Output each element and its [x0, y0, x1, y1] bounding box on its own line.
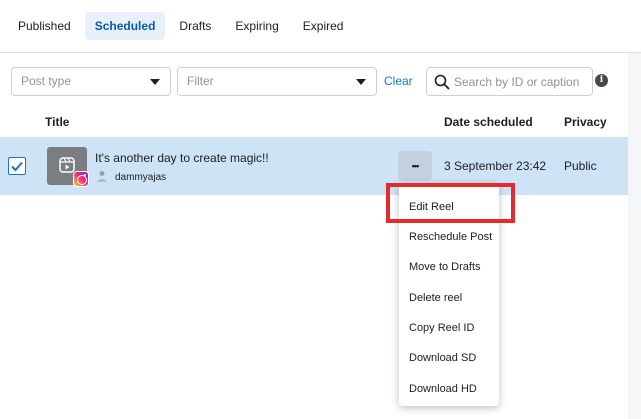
row-checkbox[interactable]: [8, 157, 26, 175]
privacy-cell: Public: [564, 159, 597, 173]
info-icon[interactable]: i: [595, 74, 608, 87]
menu-item-delete-reel[interactable]: Delete reel: [409, 292, 462, 304]
column-header-title: Title: [45, 115, 70, 129]
more-icon: •••: [411, 161, 420, 171]
post-actions-menu: Edit Reel Reschedule Post Move to Drafts…: [399, 183, 499, 406]
filter-select[interactable]: Filter: [177, 67, 377, 96]
tab-expired[interactable]: Expired: [293, 12, 354, 40]
check-icon: [11, 161, 23, 172]
search-input[interactable]: [454, 68, 590, 95]
avatar: [97, 171, 107, 182]
scroll-gutter: [628, 53, 641, 419]
menu-item-edit-reel[interactable]: Edit Reel: [409, 201, 454, 213]
date-scheduled-cell: 3 September 23:42: [444, 159, 547, 173]
clear-filters-link[interactable]: Clear: [384, 67, 413, 96]
menu-item-copy-reel-id[interactable]: Copy Reel ID: [409, 322, 474, 334]
reel-icon: [59, 157, 75, 173]
tab-drafts[interactable]: Drafts: [169, 12, 221, 40]
filter-placeholder: Filter: [187, 74, 214, 88]
tab-scheduled[interactable]: Scheduled: [84, 12, 166, 40]
tab-published[interactable]: Published: [8, 12, 81, 40]
tab-expiring[interactable]: Expiring: [225, 12, 288, 40]
column-header-date: Date scheduled: [444, 115, 533, 129]
chevron-down-icon: [150, 79, 160, 85]
tabs-divider: [0, 52, 641, 53]
post-title[interactable]: It's another day to create magic!!: [95, 151, 269, 165]
menu-item-download-sd[interactable]: Download SD: [409, 352, 476, 364]
post-type-select[interactable]: Post type: [11, 67, 171, 96]
menu-item-reschedule-post[interactable]: Reschedule Post: [409, 231, 492, 243]
search-icon: [434, 74, 450, 90]
chevron-down-icon: [356, 79, 366, 85]
post-type-placeholder: Post type: [21, 74, 72, 88]
column-header-privacy: Privacy: [564, 115, 607, 129]
instagram-icon: [73, 171, 89, 187]
menu-item-move-to-drafts[interactable]: Move to Drafts: [409, 261, 481, 273]
search-box[interactable]: [426, 67, 593, 96]
more-options-button[interactable]: •••: [398, 151, 432, 181]
account-name: dammyajas: [115, 172, 167, 183]
menu-item-download-hd[interactable]: Download HD: [409, 383, 477, 395]
status-tabs: Published Scheduled Drafts Expiring Expi…: [8, 12, 353, 40]
